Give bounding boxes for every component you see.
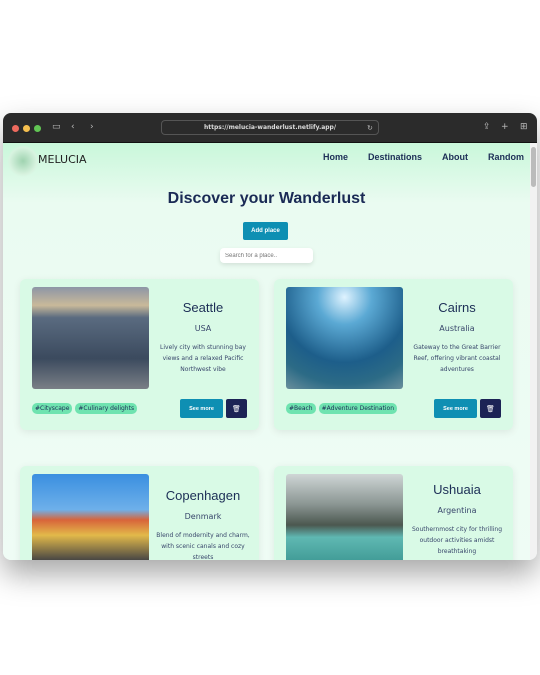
place-card: Ushuaia Argentina Southernmost city for th… [274, 466, 513, 560]
place-image [32, 287, 149, 389]
minimize-icon[interactable] [23, 125, 30, 132]
browser-window: ▭ ‹ › https://melucia-wanderlust.netlify… [3, 113, 537, 560]
browser-toolbar: ▭ ‹ › https://melucia-wanderlust.netlify… [3, 113, 537, 143]
place-name: Cairns [438, 300, 476, 315]
place-name: Copenhagen [165, 488, 241, 503]
see-more-button[interactable]: See more [180, 399, 223, 418]
url-bar[interactable]: https://melucia-wanderlust.netlify.app/ [161, 120, 379, 135]
place-description: Lively city with stunning bay views and … [160, 344, 246, 373]
place-country: Argentina [437, 506, 477, 515]
place-image [286, 287, 403, 389]
nav: Home Destinations About Random [323, 152, 524, 162]
delete-button[interactable]: 🗑 [480, 399, 501, 418]
page-title: Discover your Wanderlust [167, 190, 366, 207]
tab-overview-icon[interactable]: ⊞ [520, 121, 528, 133]
forward-icon[interactable]: › [90, 121, 94, 133]
place-description: Southernmost city for thrilling outdoor … [411, 526, 503, 555]
nav-random[interactable]: Random [488, 152, 524, 162]
trash-icon: 🗑 [232, 405, 241, 413]
place-country: USA [194, 324, 212, 333]
tag: #Adventure Destination [318, 403, 398, 414]
close-icon[interactable] [12, 125, 19, 132]
back-icon[interactable]: ‹ [71, 121, 75, 133]
scrollbar[interactable] [530, 143, 537, 560]
trash-icon: 🗑 [486, 405, 495, 413]
sidebar-icon[interactable]: ▭ [52, 121, 61, 133]
share-icon[interactable]: ⇪ [483, 121, 491, 133]
maximize-icon[interactable] [34, 125, 41, 132]
place-card: Copenhagen Denmark Blend of modernity and … [20, 466, 259, 560]
place-image [286, 474, 403, 560]
tag: #Cityscape [32, 403, 73, 414]
place-description: Gateway to the Great Barrier Reef, offer… [413, 344, 501, 373]
place-country: Denmark [184, 512, 222, 521]
page: MELUCIA Home Destinations About Random D… [3, 143, 530, 560]
nav-home[interactable]: Home [323, 152, 348, 162]
scrollbar-thumb[interactable] [531, 147, 536, 187]
delete-button[interactable]: 🗑 [226, 399, 247, 418]
tag: #Culinary delights [75, 403, 138, 414]
search-input[interactable] [220, 248, 313, 263]
place-image [32, 474, 149, 560]
see-more-button[interactable]: See more [434, 399, 477, 418]
place-name: Seattle [182, 300, 224, 315]
logo-icon[interactable] [7, 145, 39, 177]
place-card: Cairns Australia Gateway to the Great Barr… [274, 279, 513, 430]
place-country: Australia [439, 324, 475, 333]
tag: #Beach [286, 403, 316, 414]
place-card: Seattle USA Lively city with stunning bay … [20, 279, 259, 430]
reload-icon[interactable]: ↻ [367, 122, 373, 134]
add-place-button[interactable]: Add place [243, 222, 288, 240]
new-tab-icon[interactable]: + [501, 121, 509, 133]
place-description: Blend of modernity and charm, with sceni… [156, 532, 250, 560]
nav-destinations[interactable]: Destinations [368, 152, 422, 162]
brand[interactable]: MELUCIA [38, 153, 87, 166]
nav-about[interactable]: About [442, 152, 468, 162]
place-name: Ushuaia [433, 482, 481, 497]
